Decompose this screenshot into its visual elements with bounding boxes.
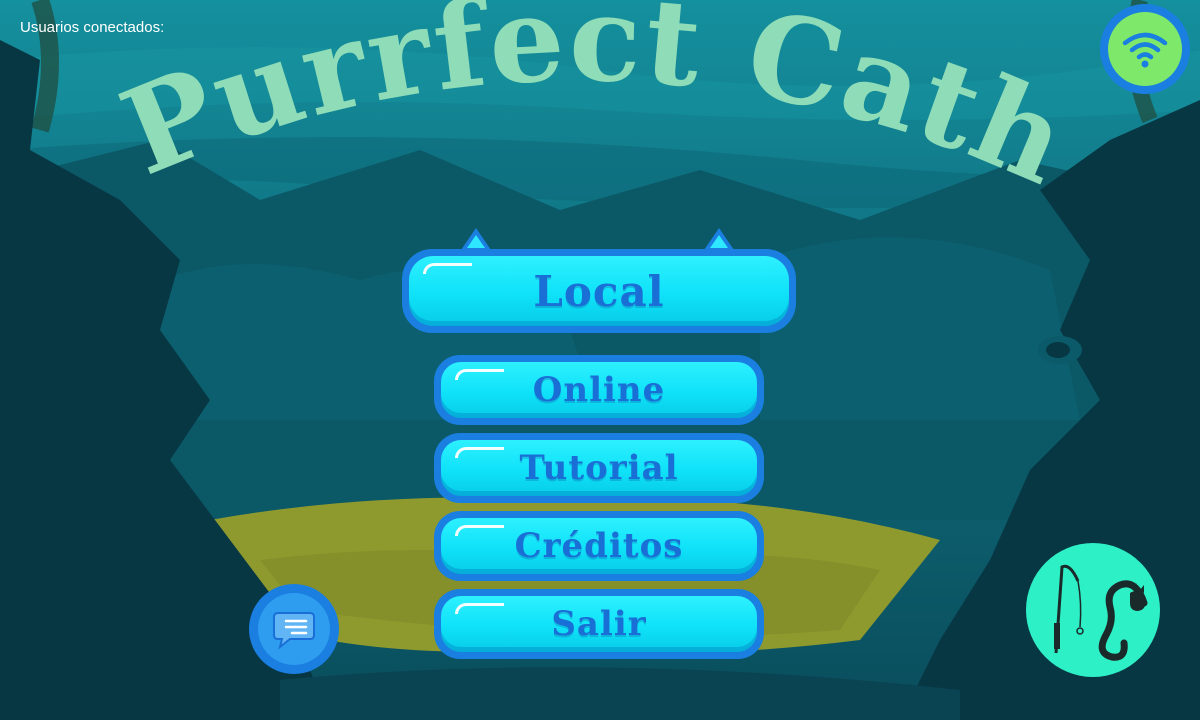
- wifi-icon: [1108, 12, 1182, 86]
- local-button-label: Local: [533, 266, 665, 316]
- online-button[interactable]: Online: [434, 355, 764, 425]
- exit-button-label: Salir: [551, 604, 647, 644]
- cat-ear-right: [704, 228, 734, 250]
- game-title: Purrfect Cath: [104, 0, 1088, 212]
- credits-button-label: Créditos: [514, 526, 684, 566]
- chat-icon: [273, 612, 315, 650]
- tutorial-button[interactable]: Tutorial: [434, 433, 764, 503]
- game-title-text: Purrfect Cath: [104, 0, 1086, 212]
- fishing-rod-cat-logo: [1054, 564, 1148, 661]
- exit-button[interactable]: Salir: [434, 589, 764, 659]
- online-button-label: Online: [532, 370, 666, 410]
- game-logo: [1026, 543, 1160, 677]
- svg-text:Purrfect Cath: Purrfect Cath: [104, 0, 1088, 212]
- credits-button[interactable]: Créditos: [434, 511, 764, 581]
- chat-button[interactable]: [249, 584, 339, 674]
- network-status-button[interactable]: [1100, 4, 1190, 94]
- local-button[interactable]: Local: [402, 249, 796, 333]
- cat-ear-left: [461, 228, 491, 250]
- tutorial-button-label: Tutorial: [519, 448, 679, 488]
